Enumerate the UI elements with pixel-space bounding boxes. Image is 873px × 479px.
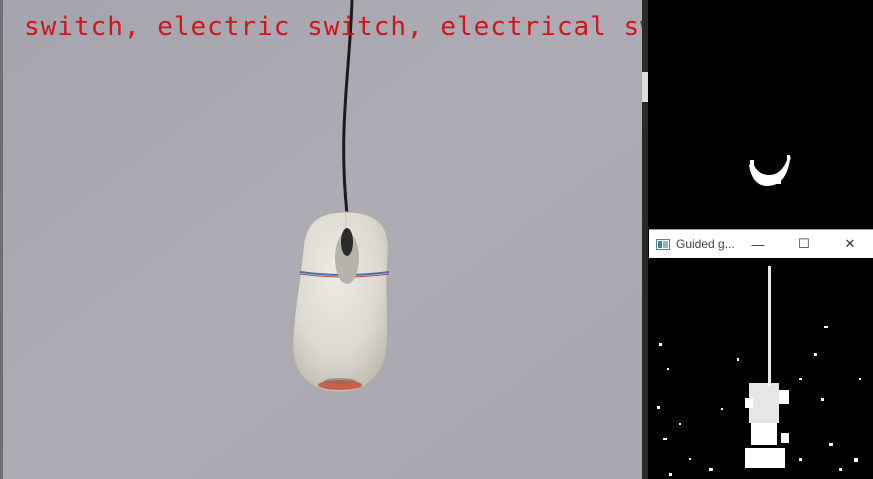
guided-filter-image: [649, 258, 873, 479]
mask-image: [649, 0, 873, 225]
app-icon: [656, 238, 670, 250]
window-title: Guided g...: [676, 237, 735, 251]
window-controls: — ☐ ✕: [735, 230, 873, 258]
camera-feed-image: [0, 0, 642, 479]
maximize-button[interactable]: ☐: [781, 230, 827, 258]
close-button[interactable]: ✕: [827, 230, 873, 258]
camera-window: switch, electric switch, electrical sw: [0, 0, 642, 479]
desktop: switch, electric switch, electrical sw G…: [0, 0, 873, 479]
guided-filter-window[interactable]: Guided g... — ☐ ✕: [649, 229, 873, 479]
scrollbar-thumb[interactable]: [642, 72, 648, 102]
window-titlebar[interactable]: Guided g... — ☐ ✕: [649, 230, 873, 258]
mask-window: [649, 0, 873, 225]
scrollbar[interactable]: [642, 0, 648, 479]
minimize-button[interactable]: —: [735, 230, 781, 258]
